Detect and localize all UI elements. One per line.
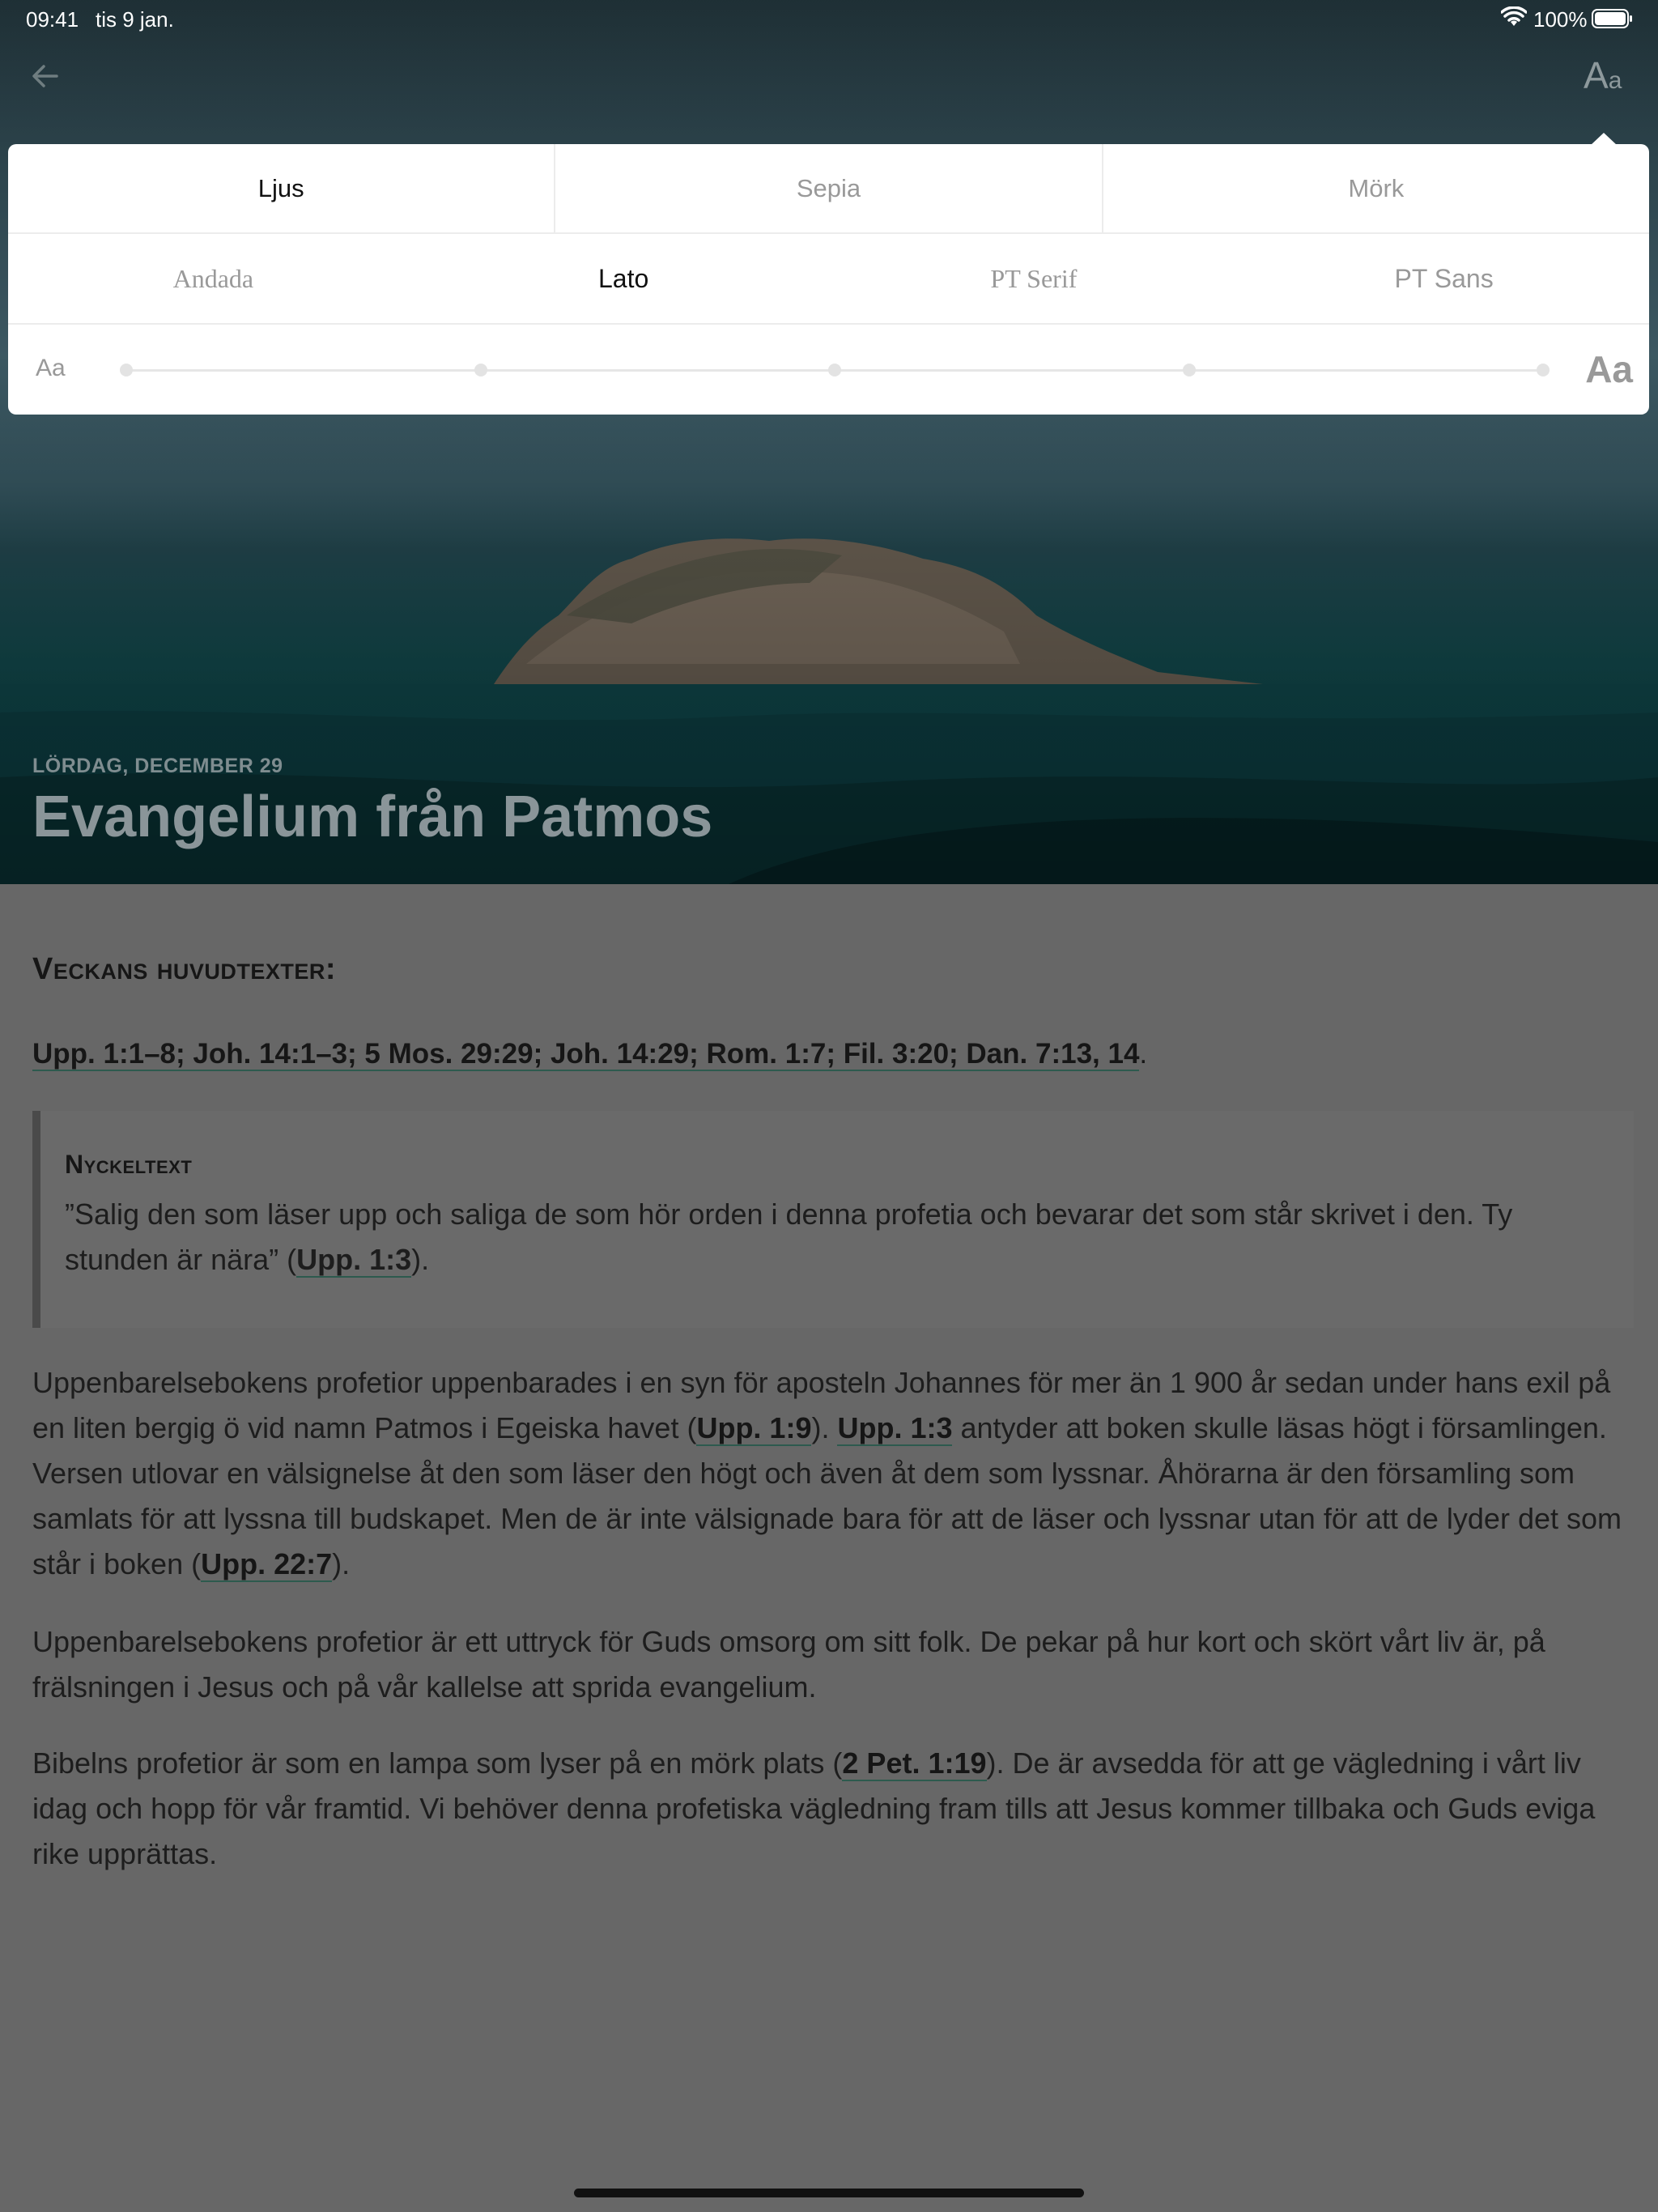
font-selector: Andada Lato PT Serif PT Sans [8,234,1649,325]
font-option-lato[interactable]: Lato [419,234,829,323]
battery-percent: 100% [1533,7,1588,32]
font-size-small-label: Aa [36,355,66,381]
paragraph-1: Uppenbarelsebokens profetior uppenbarade… [32,1366,1622,1582]
home-indicator[interactable] [574,2189,1084,2197]
slider-step-dot[interactable] [474,364,487,376]
ref-link-2-pet-1-19[interactable]: 2 Pet. 1:19 [842,1746,987,1781]
weekly-refs: Upp. 1:1–8; Joh. 14:1–3; 5 Mos. 29:29; J… [32,1038,1148,1071]
slider-step-dot[interactable] [1182,364,1196,376]
key-text-heading: Nyckeltext [65,1150,193,1179]
hero-shade [0,0,1658,884]
font-settings-icon: A [1584,54,1609,96]
font-size-large-label: Aa [1585,348,1633,390]
slider-step-dot[interactable] [828,364,841,376]
font-size-row: Aa Aa [8,325,1649,415]
slider-step-dot[interactable] [120,364,133,376]
theme-selector: Ljus Sepia Mörk [8,144,1649,234]
font-settings-button[interactable]: Aa [1584,53,1632,99]
ref-link-upp-1-3[interactable]: Upp. 1:3 [837,1411,953,1446]
status-time: 09:41 [26,7,79,32]
theme-option-sepia[interactable]: Sepia [555,144,1103,232]
ref-link-upp-1-9[interactable]: Upp. 1:9 [696,1411,812,1446]
hero-date: LÖRDAG, DECEMBER 29 [32,755,283,777]
wifi-icon [1500,6,1528,33]
slider-step-dot[interactable] [1537,364,1550,376]
font-option-pt-serif[interactable]: PT Serif [829,234,1239,323]
arrow-left-icon [32,65,58,87]
page-title: Evangelium från Patmos [32,785,713,849]
hero-image: LÖRDAG, DECEMBER 29 Evangelium från Patm… [0,0,1658,884]
reading-settings-popover: Ljus Sepia Mörk Andada Lato PT Serif PT … [8,144,1649,415]
theme-option-mork[interactable]: Mörk [1103,144,1649,232]
key-text-box: Nyckeltext ”Salig den som läser upp och … [32,1111,1634,1328]
status-bar: 09:41 tis 9 jan. 100% [0,0,1658,37]
key-ref-link[interactable]: Upp. 1:3 [296,1243,412,1278]
status-date: tis 9 jan. [96,7,174,32]
theme-option-ljus[interactable]: Ljus [8,144,556,232]
ref-link-upp-22-7[interactable]: Upp. 22:7 [201,1547,333,1582]
weekly-texts-heading: Veckans huvudtexter: [32,952,337,986]
back-button[interactable] [29,60,62,92]
font-option-andada[interactable]: Andada [8,234,419,323]
paragraph-3: Bibelns profetior är som en lampa som ly… [32,1746,1596,1870]
battery-icon [1592,9,1634,34]
font-option-pt-sans[interactable]: PT Sans [1239,234,1649,323]
key-text-body: ”Salig den som läser upp och saliga de s… [65,1197,1513,1278]
paragraph-2: Uppenbarelsebokens profetior är ett uttr… [32,1625,1545,1704]
font-size-slider[interactable] [120,364,1550,376]
weekly-refs-link[interactable]: Upp. 1:1–8; Joh. 14:1–3; 5 Mos. 29:29; J… [32,1038,1140,1071]
